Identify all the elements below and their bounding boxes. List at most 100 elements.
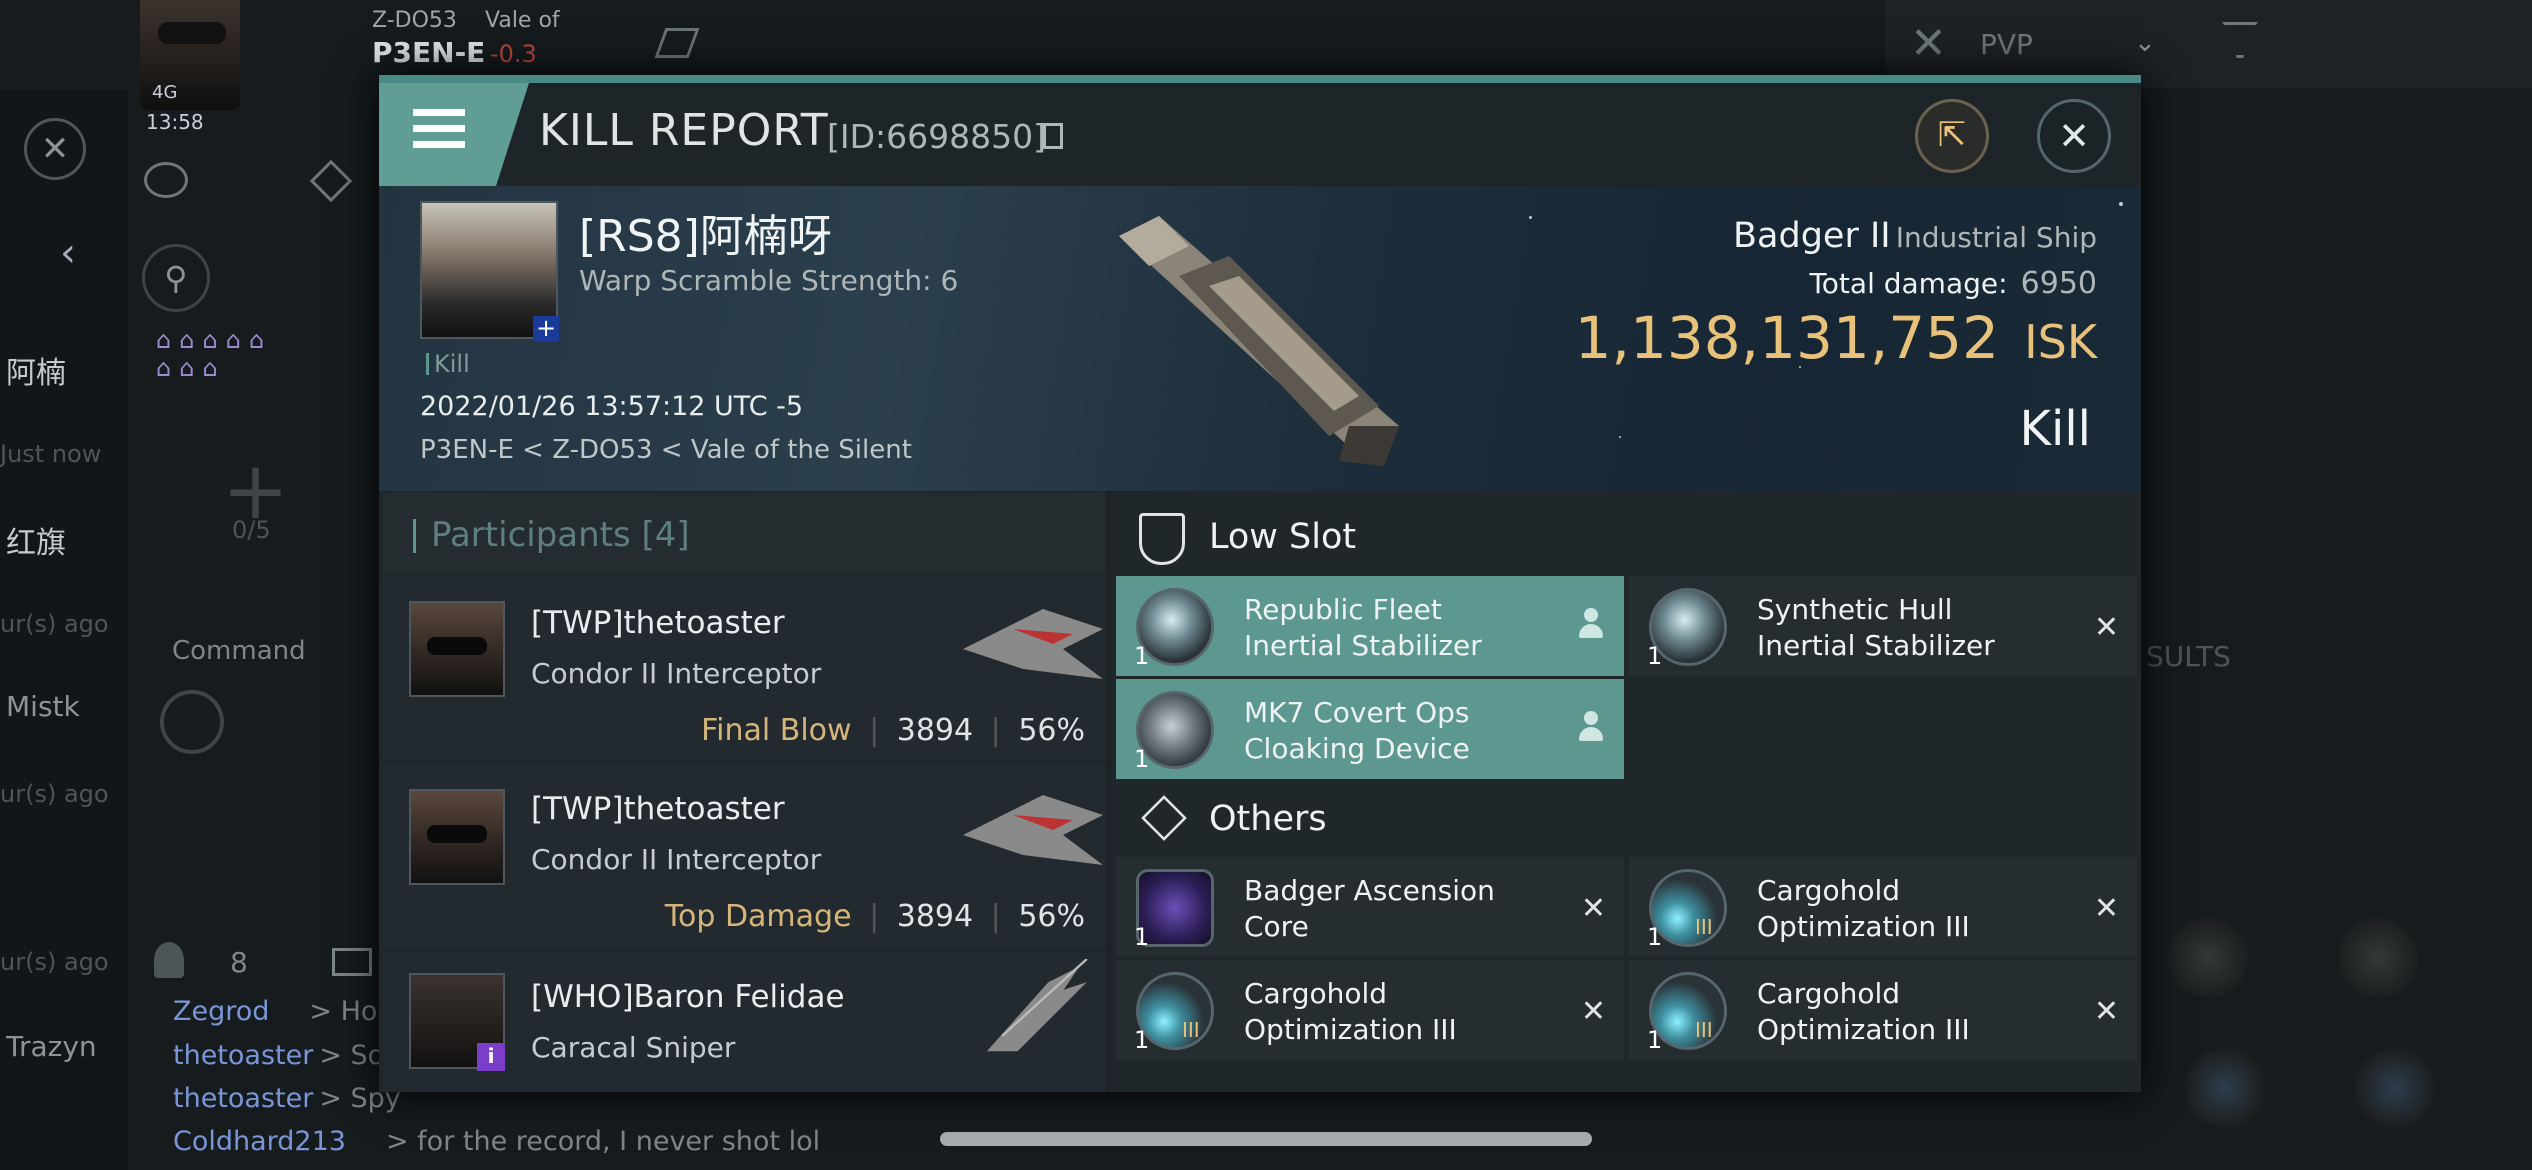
stat-divider: |: [869, 713, 880, 748]
warp-scramble: Warp Scramble Strength: 6: [579, 264, 959, 297]
victim-name: [RS8]阿楠呀: [579, 211, 832, 262]
star-decoration: [2119, 202, 2123, 206]
participant-ship-icon: [963, 795, 1103, 865]
results-label: SULTS: [2146, 640, 2231, 673]
ship-name-line: Badger II Industrial Ship: [1733, 216, 2097, 256]
low-slot-label: Low Slot: [1209, 517, 1357, 557]
mail-icon[interactable]: [332, 948, 372, 976]
command-label[interactable]: Command: [172, 636, 306, 666]
item-name: Cargohold Optimization III: [1244, 977, 1457, 1046]
close-icon[interactable]: ✕: [2037, 99, 2111, 173]
others-label: Others: [1209, 799, 1327, 839]
isk-value: 1,138,131,752: [1574, 304, 1999, 372]
info-badge-icon[interactable]: i: [477, 1043, 505, 1071]
destroyed-x-icon: ✕: [2093, 891, 2119, 926]
destroyed-x-icon: ✕: [2093, 994, 2119, 1029]
chat-name[interactable]: Zegrod: [173, 996, 269, 1027]
item-name: Cargohold Optimization III: [1757, 874, 1970, 943]
fitted-person-icon: [1576, 711, 1606, 745]
participant-row[interactable]: [TWP]thetoaster Condor II Interceptor To…: [383, 765, 1105, 947]
ship-name: Badger II: [1733, 216, 1891, 256]
members-count: 8: [230, 946, 248, 979]
item-quantity: 1: [1134, 642, 1150, 670]
structure-icons: ⌂⌂⌂⌂⌂ ⌂⌂⌂: [156, 326, 273, 382]
item-quantity: 1: [1134, 1026, 1150, 1054]
menu-icon[interactable]: [413, 109, 465, 149]
fitting-slot-item[interactable]: 1 Badger Ascension Core ✕: [1116, 857, 1624, 957]
kill-datetime: 2022/01/26 13:57:12 UTC -5: [420, 391, 804, 422]
add-contact-icon[interactable]: +: [533, 316, 559, 342]
report-title: KILL REPORT: [539, 105, 829, 156]
item-name: Synthetic Hull Inertial Stabilizer: [1757, 593, 1995, 662]
pvp-filter-label[interactable]: PVP: [1980, 28, 2033, 61]
item-name: Republic Fleet Inertial Stabilizer: [1244, 593, 1482, 662]
participant-row[interactable]: i [WHO]Baron Felidae Caracal Sniper: [383, 953, 1105, 1092]
fitting-slot-item[interactable]: 1 Republic Fleet Inertial Stabilizer: [1116, 576, 1624, 676]
participant-ship-icon: [986, 959, 1088, 1052]
top-damage-tag: Top Damage: [664, 899, 852, 934]
participant-ship-icon: [963, 609, 1103, 679]
participant-row[interactable]: [TWP]thetoaster Condor II Interceptor Fi…: [383, 577, 1105, 759]
item-quantity: 1: [1647, 923, 1663, 951]
chat-text: > for the record, I never shot lol: [385, 1126, 821, 1157]
fitting-slot-item[interactable]: 1 MK7 Covert Ops Cloaking Device: [1116, 679, 1624, 779]
module-icons-bg: [2140, 880, 2480, 1140]
tech-level-icon: III: [1182, 1018, 1200, 1042]
final-blow-tag: Final Blow: [701, 713, 852, 748]
kill-location: P3EN-E < Z-DO53 < Vale of the Silent: [420, 435, 912, 465]
participant-stats: Final Blow | 3894 | 56%: [701, 713, 1085, 748]
victim-banner: + [RS8]阿楠呀 Warp Scramble Strength: 6 Kil…: [379, 186, 2141, 491]
kill-result: Kill: [2019, 401, 2091, 457]
fitting-slot-item[interactable]: III 1 Cargohold Optimization III ✕: [1629, 960, 2137, 1060]
planet-tab-icon[interactable]: [144, 162, 188, 198]
destroyed-x-icon: ✕: [2093, 610, 2119, 645]
victim-ship-image: [1119, 216, 1399, 466]
autopilot-icon[interactable]: [654, 28, 700, 58]
fitting-slot-item[interactable]: 1 Synthetic Hull Inertial Stabilizer ✕: [1629, 576, 2137, 676]
star-decoration: [1619, 436, 1621, 438]
command-ring-icon[interactable]: [160, 690, 224, 754]
ship-class: Industrial Ship: [1895, 221, 2097, 254]
copy-icon[interactable]: [1043, 123, 1063, 149]
fitted-person-icon: [1576, 608, 1606, 642]
participant-ship: Condor II Interceptor: [531, 657, 822, 690]
cube-tab-icon[interactable]: [309, 159, 353, 203]
participant-name: [WHO]Baron Felidae: [531, 979, 845, 1015]
region-prefix: Vale of: [485, 8, 560, 33]
tech-level-icon: III: [1695, 915, 1713, 939]
close-icon[interactable]: ✕: [24, 118, 86, 180]
report-id: [ID:6698850]: [827, 117, 1046, 156]
shield-slot-icon: [1139, 513, 1185, 565]
participant-name: [TWP]thetoaster: [531, 791, 785, 827]
item-name: MK7 Covert Ops Cloaking Device: [1244, 696, 1470, 765]
chat-name[interactable]: thetoaster: [173, 1083, 313, 1114]
fleet-count: 0/5: [232, 516, 271, 544]
kill-tag-bar: [426, 353, 429, 375]
item-quantity: 1: [1134, 745, 1150, 773]
participant-ship: Caracal Sniper: [531, 1031, 736, 1064]
security-status: -0.3: [490, 40, 537, 68]
item-name: Badger Ascension Core: [1244, 874, 1495, 943]
share-icon[interactable]: ⇱: [1915, 99, 1989, 173]
left-label-4: Mistk: [6, 690, 80, 723]
chat-name[interactable]: Coldhard213: [173, 1126, 346, 1157]
chevron-down-icon[interactable]: ⌄: [2134, 28, 2156, 58]
location-pin-icon[interactable]: ⚲: [142, 244, 210, 312]
top-accent-stripe: [379, 75, 2141, 83]
location-name: P3EN-E: [372, 36, 486, 69]
chat-line: Zegrod > How: [173, 996, 400, 1027]
chat-name[interactable]: thetoaster: [173, 1040, 313, 1071]
fitting-slot-item[interactable]: III 1 Cargohold Optimization III ✕: [1116, 960, 1624, 1060]
sunglasses-icon: [427, 637, 487, 655]
clock: 13:58: [146, 110, 204, 134]
chevron-left-icon[interactable]: ‹: [60, 230, 76, 276]
total-damage-label: Total damage:: [1809, 267, 2008, 300]
home-indicator: [940, 1132, 1592, 1146]
chat-text: > So: [319, 1040, 385, 1071]
participants-label: Participants [4]: [431, 515, 690, 555]
destroyed-x-icon: ✕: [1580, 891, 1606, 926]
stat-divider: |: [869, 899, 880, 934]
fitting-slot-item[interactable]: III 1 Cargohold Optimization III ✕: [1629, 857, 2137, 957]
participant-name: [TWP]thetoaster: [531, 605, 785, 641]
members-icon[interactable]: [154, 942, 184, 978]
